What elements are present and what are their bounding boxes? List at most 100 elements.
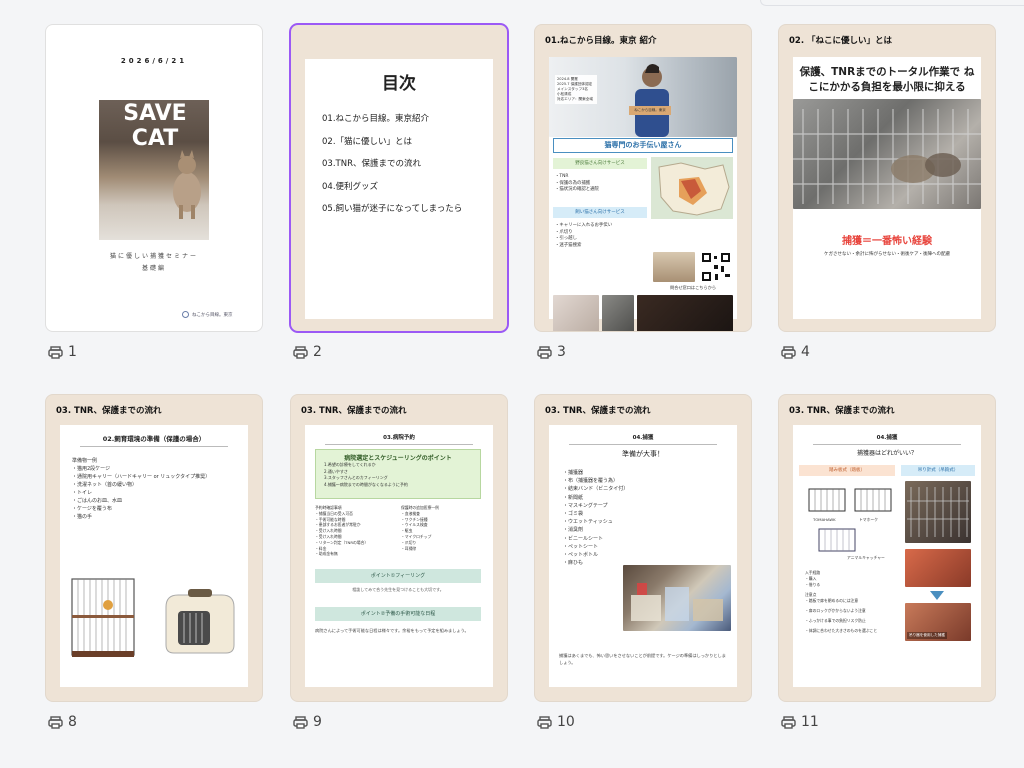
list-item: ・結束バンド（ビニタイ付） [563,486,629,493]
list-item: ・引っ越し [555,236,577,242]
pet-service-title: 飼い猫さん向けサービス [553,207,647,218]
page-number-2: 2 [293,344,322,360]
page-thumbnail-1[interactable]: 2026/6/21 SAVE CAT 猫に優しい捕獲セミナー 基礎編 ねこから目… [46,25,262,331]
list-title: 保護時の追加医療一例 [401,505,439,510]
page-thumbnail-8[interactable]: 03. TNR、保護までの流れ 02.飼育環境の準備（保護の場合） 準備物一例 … [46,395,262,701]
stray-service-list: ・TNR ・保護の為の捕獲 ・猫状況の確認と通院 [555,174,599,194]
list-item: ・迷子猫捜索 [555,242,582,248]
divider [813,444,961,445]
cover-date: 2026/6/21 [120,57,188,65]
list-item: ・麻ひも [563,560,584,567]
page-thumbnail-2[interactable]: 目次 01.ねこから目線。東京紹介 02.「猫に優しい」とは 03.TNR、保護… [291,25,507,331]
printer-icon [293,715,308,729]
point-1-text: 相談してみて合う先生を見つけることも大切です。 [352,587,444,592]
cage-icon [793,109,981,204]
page-number-11: 11 [781,714,819,730]
page-number-label: 4 [801,344,810,360]
points-box: 病院選定とスケジューリングのポイント 1.希望の診療をしてくれるか 2.通いやす… [315,449,481,499]
page-number-9: 9 [293,714,322,730]
trap-cats-photo [793,99,981,209]
list-item: ・ビニールシート [563,535,604,542]
page-header: 03. TNR、保護までの流れ [301,406,407,416]
list-item: ・ゴミ袋 [563,511,584,518]
hospital-sheet: 03.病院予約 病院選定とスケジューリングのポイント 1.希望の診療をしてくれる… [305,425,493,687]
page-thumbnail-9[interactable]: 03. TNR、保護までの流れ 03.病院予約 病院選定とスケジューリングのポイ… [291,395,507,701]
section-subtitle: 04.捕獲 [876,435,898,441]
cage-icon [71,578,135,657]
list-item: ・借りる [805,582,821,587]
trap-label: TOMAHAWK [813,517,836,522]
page-number-8: 8 [48,714,77,730]
cat-photo-1 [553,295,599,331]
service-banner: 猫専門のお手伝い屋さん [553,138,733,153]
info-box: 2024.8 開業 2025.7 保護団体認定 メインスタッフ3名 小松清成 対… [555,75,597,104]
list-item: ・猫の手 [72,514,93,520]
toc-item: 05.飼い猫が迷子になってしまったら [322,204,463,214]
cat-photo-3 [637,295,733,331]
toc-item: 02.「猫に優しい」とは [322,136,413,147]
lead-text: 捕獲器はどれがいい？ [856,450,917,457]
page-thumbnail-3[interactable]: 01.ねこから目線。東京 紹介 2024.8 開業 2025.7 保護団体認定 … [535,25,751,331]
page-number-3: 3 [537,344,566,360]
list-item: ・ウエットティッシュ [563,519,613,526]
page-grid: 2026/6/21 SAVE CAT 猫に優しい捕獲セミナー 基礎編 ねこから目… [0,0,1024,768]
page-thumbnail-10[interactable]: 03. TNR、保護までの流れ 04.捕獲 準備が大事！ ・捕獲器 ・布（捕獲器… [535,395,751,701]
list-item: ・新聞紙 [563,494,584,501]
page-thumbnail-11[interactable]: 03. TNR、保護までの流れ 04.捕獲 捕獲器はどれがいい？ 踏み板式（踏板… [779,395,995,701]
page-number-label: 9 [313,714,322,730]
toc-list: 01.ねこから目線。東京紹介 02.「猫に優しい」とは 03.TNR、保護までの… [322,108,493,221]
list-item: ・ケージを覆う布 [72,506,112,512]
logo-text: ねこから目線。東京 [192,312,233,318]
printer-icon [293,345,308,359]
supplies-photo [623,565,731,631]
point-2-band: ポイント②予備の手術可能な日程 [315,607,481,621]
list-item: ・通院用キャリー（ハードキャリー or リュックタイプ推奨） [72,474,211,480]
list-item: ・猫用2段ケージ [72,466,111,472]
qr-code-icon [701,252,731,282]
prep-list: 準備物一例 ・猫用2段ケージ ・通院用キャリー（ハードキャリー or リュックタ… [72,457,248,521]
list-item: ・リターン判定（TNRの場合） [315,539,369,545]
toc-sheet: 目次 01.ねこから目線。東京紹介 02.「猫に優しい」とは 03.TNR、保護… [305,59,493,319]
list-title: 準備物一例 [72,458,98,464]
headline: 保護、TNRまでのトータル作業で ねこにかかる負担を最小限に抑える [799,66,975,93]
logo-icon [182,311,189,318]
checklist-col-1: 予約時確認事項 ・捕獲当日の受入可否 ・手術可能な時間 ・患部するお医者が常駐か… [315,505,368,557]
body-text: 病院さんによって手術可能な日程は様々です。余裕をもって予定を組みましょう。 [315,628,469,633]
page-number-label: 8 [68,714,77,730]
list-item: ・捕獲器 [563,470,584,476]
printer-icon [537,345,552,359]
person-icon [635,64,669,137]
divider [325,444,473,445]
printer-icon [48,345,63,359]
point-1-band: ポイント①フィーリング [315,569,481,583]
notes-list: 入手経路 ・購入 ・借りる 注意点 ・踏板で扉を閉めるのには注意 ・扉のロックが… [805,570,877,634]
toc-item: 01.ねこから目線。東京紹介 [322,114,430,124]
list-item: ・ごはんのお皿、水皿 [72,498,123,504]
list-item: ・消臭剤 [563,527,584,534]
tag-plate-type: 踏み板式（踏板） [799,465,895,476]
trap-result-photo: 吊り器を使用した捕獲 [905,603,971,641]
list-item: ・ペットボトル [563,552,599,559]
stray-service-title: 野良猫さん向けサービス [553,158,647,169]
trap-label: トマホーク [859,517,878,522]
arrow-down-icon [930,591,944,600]
cover-logo: ねこから目線。東京 [182,311,233,318]
trap-icon [854,488,892,512]
list-item: ・猫状況の確認と通院 [555,187,599,193]
list-item: ・扉のロックがかからないよう注意 [805,608,866,613]
list-item: ・キャリーに入れるお手伝い [555,223,613,228]
staff-sign: ねこから目線。東京 [629,106,671,115]
printer-icon [781,715,796,729]
list-item: ・布（捕獲器を覆う為） [563,478,619,485]
list-item: 4.捕獲～病院までの時間がなくなるように予約 [324,481,408,487]
page-thumbnail-4[interactable]: 02. 「ねこに優しい」とは 保護、TNRまでのトータル作業で ねこにかかる負担… [779,25,995,331]
printer-icon [537,715,552,729]
trap-sheet: 04.捕獲 捕獲器はどれがいい？ 踏み板式（踏板） 吊り針式（吊鉤式） TOMA… [793,425,981,687]
section-subtitle: 02.飼育環境の準備（保護の場合） [102,435,206,443]
trap-icon [808,488,846,512]
list-item: ・耳掃除 [401,545,417,551]
box-icon [631,583,723,621]
tag-hook-type: 吊り針式（吊鉤式） [901,465,975,476]
pet-service-list: ・キャリーに入れるお手伝い ・爪切り ・引っ越し ・迷子猫捜索 [555,223,612,249]
caption: ケガさせない・余計に怖がらせない・術後ケア・後陣への配慮 [824,252,950,257]
